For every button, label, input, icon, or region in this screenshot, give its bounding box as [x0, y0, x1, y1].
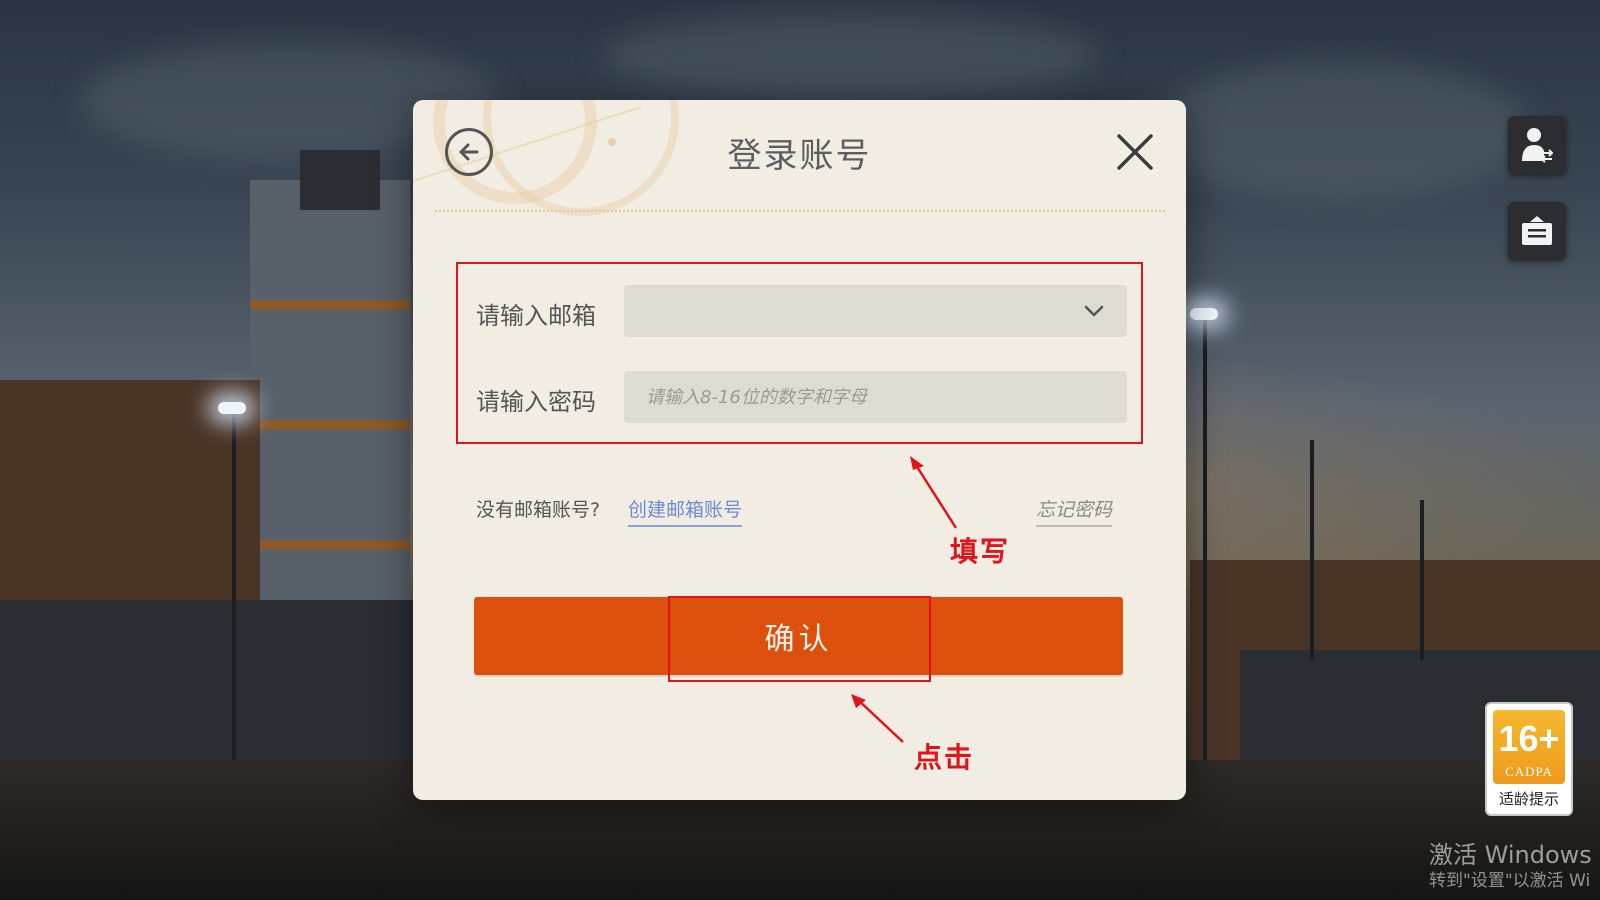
activation-watermark-subtitle: 转到"设置"以激活 Wi: [1429, 871, 1591, 891]
user-switch-button[interactable]: [1508, 116, 1566, 174]
building-window: [250, 540, 410, 550]
confirm-button[interactable]: 确认: [474, 597, 1123, 675]
age-rating-caption: 适龄提示: [1498, 790, 1559, 808]
crane-tower: [1420, 500, 1424, 660]
forgot-password-link[interactable]: 忘记密码: [1036, 495, 1113, 527]
age-rating-value: 16+: [1498, 718, 1560, 759]
login-dialog: 登录账号 请输入邮箱 请输入密码 没有邮箱账号? 创建邮箱账号 忘记密码 确认: [413, 100, 1186, 800]
crane-tower: [1310, 440, 1314, 660]
user-switch-icon: [1522, 128, 1554, 163]
lamp-pole: [1203, 318, 1207, 798]
building-window: [250, 300, 410, 310]
title-divider: [435, 210, 1165, 212]
annotation-arrow-icon: [851, 694, 904, 743]
password-input[interactable]: [624, 371, 1127, 423]
tower-top: [300, 150, 380, 210]
dialog-title: 登录账号: [727, 136, 872, 176]
no-account-text: 没有邮箱账号?: [476, 499, 601, 521]
notice-board-button[interactable]: [1508, 202, 1566, 260]
password-field[interactable]: [624, 371, 1127, 423]
create-account-link[interactable]: 创建邮箱账号: [628, 495, 743, 527]
email-label: 请输入邮箱: [476, 302, 596, 330]
age-rating-org: CADPA: [1505, 764, 1553, 779]
email-input[interactable]: [624, 285, 1127, 337]
fill-annotation-label: 填写: [950, 535, 1011, 568]
building-window: [250, 420, 410, 430]
cloud: [600, 10, 1100, 100]
game-scene: 登录账号 请输入邮箱 请输入密码 没有邮箱账号? 创建邮箱账号 忘记密码 确认 …: [0, 0, 1600, 900]
floodlight: [218, 402, 246, 414]
annotation-arrow-icon: [910, 456, 958, 529]
activation-watermark-title: 激活 Windows: [1429, 841, 1592, 869]
click-annotation-label: 点击: [914, 741, 975, 774]
email-field[interactable]: [624, 285, 1127, 337]
floodlight: [1190, 308, 1218, 320]
age-rating-badge[interactable]: 16+ CADPA 适龄提示: [1485, 702, 1573, 816]
age-rating-icon: 16+ CADPA: [1493, 710, 1565, 784]
chevron-down-icon[interactable]: [1081, 298, 1107, 324]
cloud: [1150, 60, 1530, 200]
notice-board-icon: [1522, 216, 1552, 245]
password-label: 请输入密码: [476, 388, 596, 416]
lamp-pole: [232, 410, 236, 800]
close-button[interactable]: [1113, 130, 1157, 174]
close-icon: [1117, 134, 1153, 170]
